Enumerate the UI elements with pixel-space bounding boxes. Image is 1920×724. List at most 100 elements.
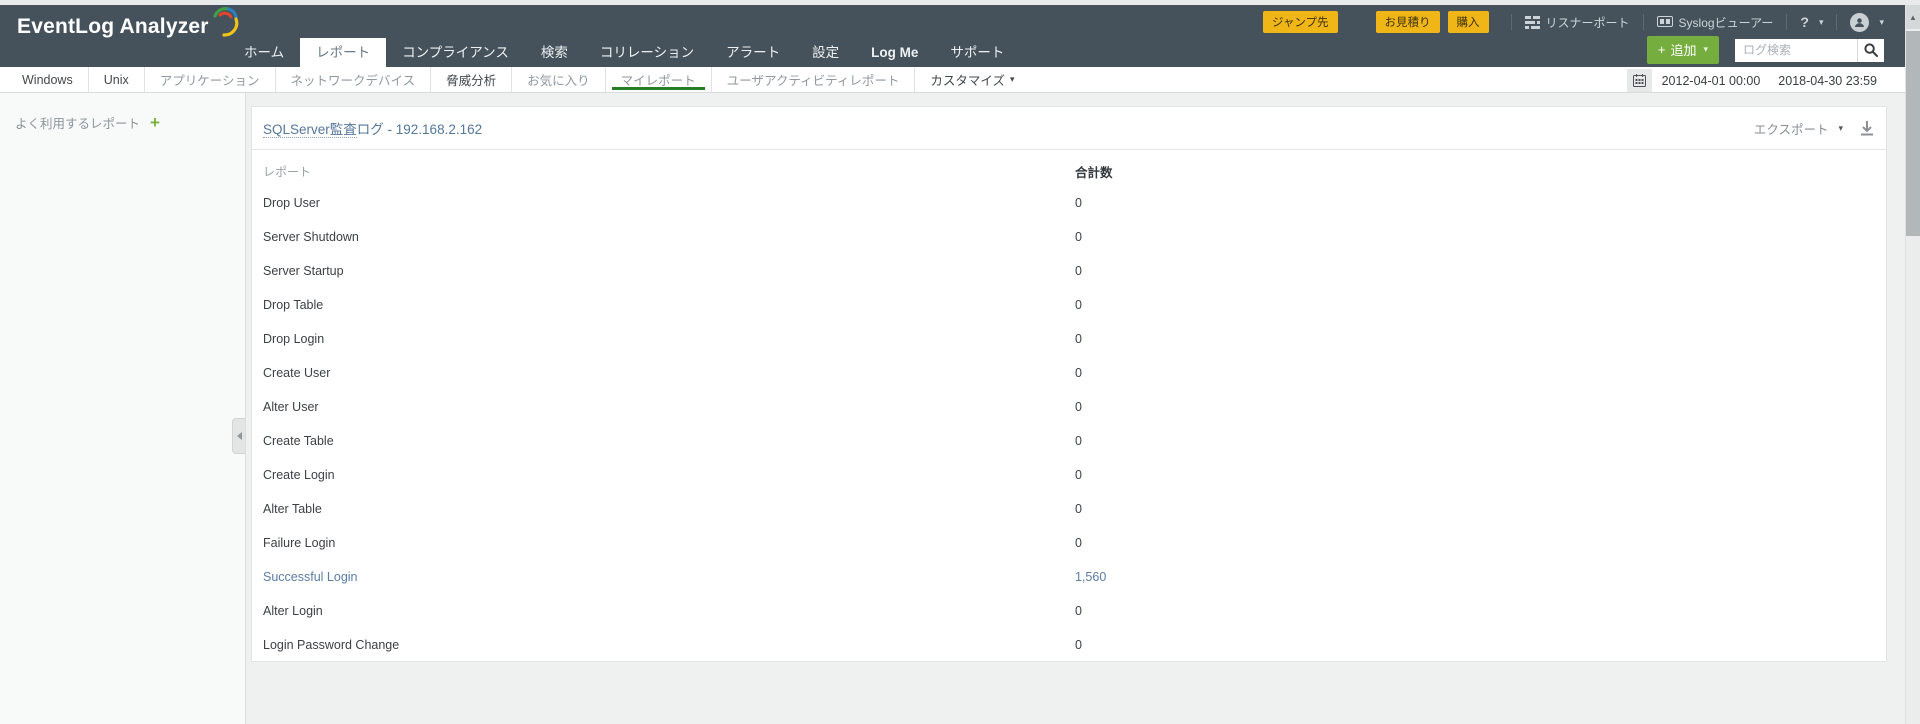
report-name: Server Startup [263, 264, 344, 278]
chevron-down-icon: ▾ [1703, 44, 1708, 54]
search-button[interactable] [1857, 38, 1884, 62]
chevron-left-icon [236, 432, 242, 440]
table-row: Alter User 0 [263, 390, 1875, 424]
subnav-item[interactable]: Unix [87, 67, 144, 92]
table-row: Alter Login 0 [263, 594, 1875, 628]
table-row: Drop User 0 [263, 186, 1875, 220]
scrollbar-up-arrow[interactable]: ▲ [1906, 5, 1920, 29]
report-table: レポート 合計数 Drop User 0 Server Shutdown 0 S… [252, 150, 1886, 662]
column-header-total: 合計数 [1075, 165, 1113, 180]
table-row: Failure Login 0 [263, 526, 1875, 560]
report-panel: SQLServer監査ログ - 192.168.2.162 エクスポート ▾ レ… [251, 106, 1887, 662]
syslog-viewer-button[interactable]: Syslogビューアー [1644, 14, 1787, 31]
report-name: Login Password Change [263, 638, 400, 652]
sidebar-collapse-handle[interactable] [232, 418, 245, 454]
report-name: Create User [263, 366, 331, 380]
download-button[interactable] [1859, 120, 1875, 136]
report-name: Alter Login [263, 604, 323, 618]
nav-item-0[interactable]: ホーム [228, 38, 300, 67]
report-name[interactable]: Successful Login [263, 570, 358, 584]
subnav-item[interactable]: カスタマイズ ▾ [914, 67, 1029, 92]
report-count: 0 [1075, 196, 1082, 210]
report-subnav: Windows Unix アプリケーション ネットワークデバイス 脅威分析 お気に入り マイ… [0, 67, 1920, 93]
report-count: 0 [1075, 400, 1082, 414]
chevron-down-icon: ▾ [1009, 74, 1015, 84]
main-nav: ホーム レポート コンプライアンス 検索 コリレーション アラート 設定 Log Me サポート [228, 38, 1020, 67]
calendar-icon [1626, 69, 1652, 92]
table-row: Create Login 0 [263, 458, 1875, 492]
report-title-device: ログ - 192.168.2.162 [356, 122, 483, 137]
nav-item-3[interactable]: 検索 [525, 38, 584, 67]
user-menu-button[interactable]: ▾ [1837, 12, 1884, 32]
app-logo-text: EventLog Analyzer [17, 15, 209, 38]
app-header: EventLog Analyzer ジャンプ先 お見積り 購入 リスナーポート [0, 5, 1920, 67]
nav-item-5[interactable]: アラート [710, 38, 796, 67]
subnav-item[interactable]: 脅威分析 [430, 67, 511, 92]
table-header-row: レポート 合計数 [263, 156, 1875, 186]
listener-port-label: リスナーポート [1545, 15, 1630, 30]
jump-to-button[interactable]: ジャンプ先 [1262, 11, 1338, 33]
nav-item-4[interactable]: コリレーション [584, 38, 710, 67]
report-count: 0 [1075, 638, 1082, 652]
report-name: Alter Table [263, 502, 322, 516]
plus-icon: + [1657, 42, 1666, 57]
report-name: Drop Login [263, 332, 325, 346]
buy-button[interactable]: 購入 [1447, 11, 1489, 33]
help-menu-button[interactable]: ? ▾ [1787, 14, 1836, 30]
vertical-scrollbar[interactable]: ▲ [1905, 5, 1920, 724]
table-row: Login Password Change 0 [263, 628, 1875, 662]
scrollbar-thumb[interactable] [1906, 31, 1920, 236]
chevron-down-icon: ▾ [1838, 122, 1843, 133]
report-name: Drop Table [263, 298, 324, 312]
report-count: 0 [1075, 468, 1082, 482]
favorite-reports-sidebar: よく利用するレポート + [0, 93, 246, 724]
nav-item-7[interactable]: Log Me [855, 38, 934, 67]
report-count: 0 [1075, 502, 1082, 516]
header-actions: + 追加 ▾ [1646, 36, 1884, 64]
table-row: Server Shutdown 0 [263, 220, 1875, 254]
app-logo: EventLog Analyzer [17, 7, 239, 39]
chevron-down-icon: ▾ [1818, 16, 1824, 27]
report-title-link[interactable]: SQLServer監査 [263, 122, 357, 138]
subnav-item[interactable]: マイレポート [604, 67, 711, 92]
report-count: 0 [1075, 366, 1082, 380]
column-header-report: レポート [263, 164, 312, 179]
subnav-item[interactable]: ネットワークデバイス [274, 67, 431, 92]
date-range-picker[interactable]: 2012-04-01 00:00 2018-04-30 23:59 [1626, 69, 1887, 92]
export-dropdown[interactable]: エクスポート ▾ [1754, 119, 1843, 138]
table-row: Drop Login 0 [263, 322, 1875, 356]
report-name: Failure Login [263, 536, 336, 550]
user-avatar-icon [1850, 12, 1870, 32]
report-main: SQLServer監査ログ - 192.168.2.162 エクスポート ▾ レ… [246, 93, 1920, 724]
nav-item-1-active[interactable]: レポート [300, 38, 387, 67]
report-count: 0 [1075, 230, 1082, 244]
table-row: Successful Login 1,560 [263, 560, 1875, 594]
subnav-item[interactable]: アプリケーション [143, 67, 275, 92]
report-count: 0 [1075, 332, 1082, 346]
report-count: 0 [1075, 434, 1082, 448]
nav-item-8[interactable]: サポート [934, 38, 1020, 67]
add-button[interactable]: + 追加 ▾ [1646, 36, 1719, 64]
syslog-viewer-icon [1656, 15, 1673, 27]
subnav-item[interactable]: お気に入り [511, 67, 605, 92]
report-count[interactable]: 1,560 [1075, 570, 1106, 584]
report-count: 0 [1075, 536, 1082, 550]
nav-item-2[interactable]: コンプライアンス [386, 38, 525, 67]
log-search-input[interactable] [1735, 38, 1857, 62]
listener-port-icon [1524, 15, 1540, 29]
download-icon [1861, 121, 1873, 136]
favorite-reports-title: よく利用するレポート [15, 117, 141, 131]
export-label: エクスポート [1753, 122, 1829, 137]
quote-button[interactable]: お見積り [1375, 11, 1440, 33]
table-row: Server Startup 0 [263, 254, 1875, 288]
report-name: Alter User [263, 400, 319, 414]
report-name: Create Table [263, 434, 334, 448]
listener-port-button[interactable]: リスナーポート [1512, 14, 1643, 31]
subnav-item[interactable]: ユーザアクティビティレポート [710, 67, 915, 92]
help-icon: ? [1800, 14, 1809, 30]
table-row: Alter Table 0 [263, 492, 1875, 526]
date-range-end: 2018-04-30 23:59 [1778, 73, 1877, 88]
nav-item-6[interactable]: 設定 [796, 38, 855, 67]
add-favorite-report-button[interactable]: + [150, 114, 160, 131]
subnav-item[interactable]: Windows [7, 67, 88, 92]
